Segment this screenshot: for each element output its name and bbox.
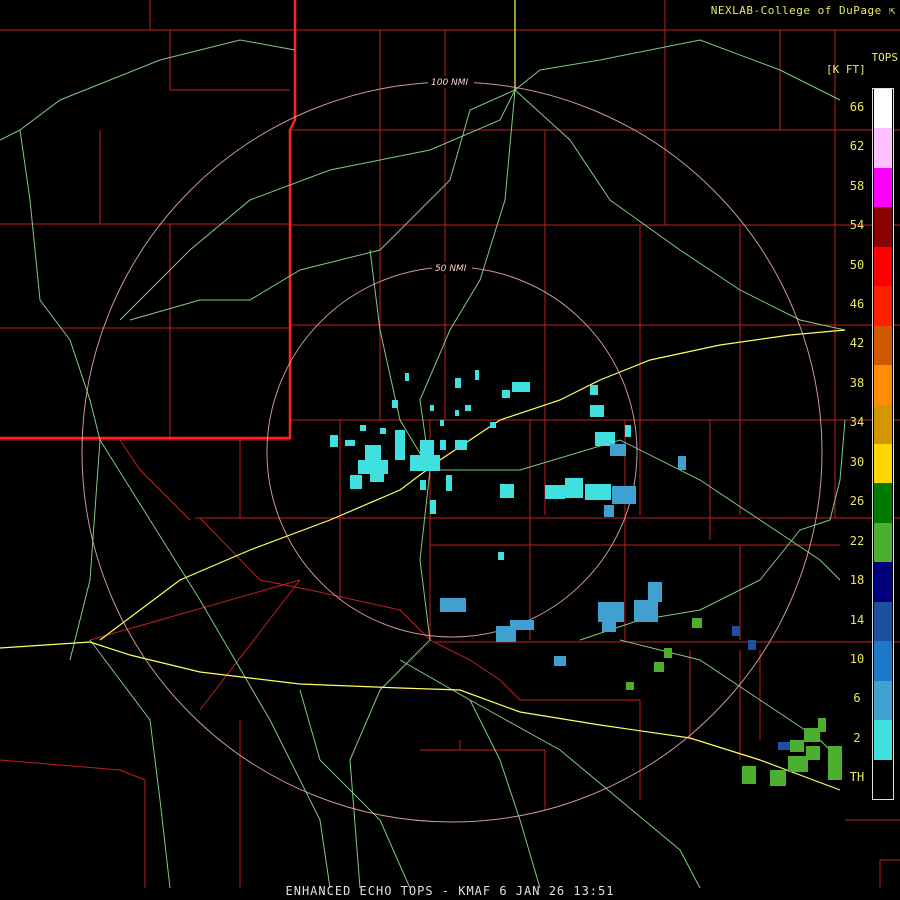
state-line	[0, 0, 297, 440]
radar-map: 100 NMI 50 NMI	[0, 0, 900, 889]
legend-label: 66	[849, 99, 865, 114]
legend-swatch	[874, 207, 892, 247]
product-title: ENHANCED ECHO TOPS - KMAF 6 JAN 26 13:51	[285, 884, 615, 898]
ring-label-100: 100 NMI	[431, 78, 469, 88]
legend-swatch	[874, 483, 892, 523]
legend-swatch	[874, 325, 892, 366]
legend-label: 14	[849, 612, 865, 627]
legend-swatch	[874, 444, 892, 484]
legend-label: 34	[849, 415, 865, 430]
legend-swatch	[874, 680, 892, 721]
legend-label: 50	[849, 257, 865, 272]
legend-label: 46	[849, 296, 865, 311]
legend-swatch	[874, 720, 892, 760]
legend-swatch	[874, 404, 892, 444]
legend-label: 6	[853, 691, 861, 706]
legend-swatch	[874, 641, 892, 681]
legend-swatch	[874, 167, 892, 208]
legend-label: TH	[849, 770, 865, 785]
legend-label: 22	[849, 533, 865, 548]
legend-label: 10	[849, 651, 865, 666]
ring-label-50: 50 NMI	[435, 264, 467, 274]
legend-swatch	[874, 365, 892, 405]
legend-swatch	[874, 89, 892, 129]
legend-color-bar	[872, 88, 894, 800]
legend-swatch	[874, 128, 892, 168]
legend-label: 42	[849, 336, 865, 351]
legend-label: 38	[849, 375, 865, 390]
legend-label: 18	[849, 573, 865, 588]
credit-text: NEXLAB-College of DuPage ⇱	[710, 4, 896, 17]
legend-label: 54	[849, 218, 865, 233]
legend-swatch	[874, 246, 892, 287]
legend-swatch	[874, 562, 892, 602]
legend-swatch	[874, 759, 892, 799]
legend-swatch	[874, 286, 892, 326]
legend-label: 2	[853, 730, 861, 745]
legend-label: 62	[849, 139, 865, 154]
legend-label: 58	[849, 178, 865, 193]
county-lines	[0, 0, 900, 888]
legend-swatch	[874, 522, 892, 563]
legend-title-line2: [K FT]	[826, 63, 866, 76]
legend-label: 26	[849, 494, 865, 509]
legend-label: 30	[849, 454, 865, 469]
radar-echoes	[330, 370, 842, 786]
legend-labels: 66 62 58 54 50 46 42 38 34 30 26 22 18 14 10 6 2 TH	[842, 88, 872, 800]
legend-swatch	[874, 601, 892, 642]
legend-title: TOPS [K FT]	[826, 52, 898, 76]
